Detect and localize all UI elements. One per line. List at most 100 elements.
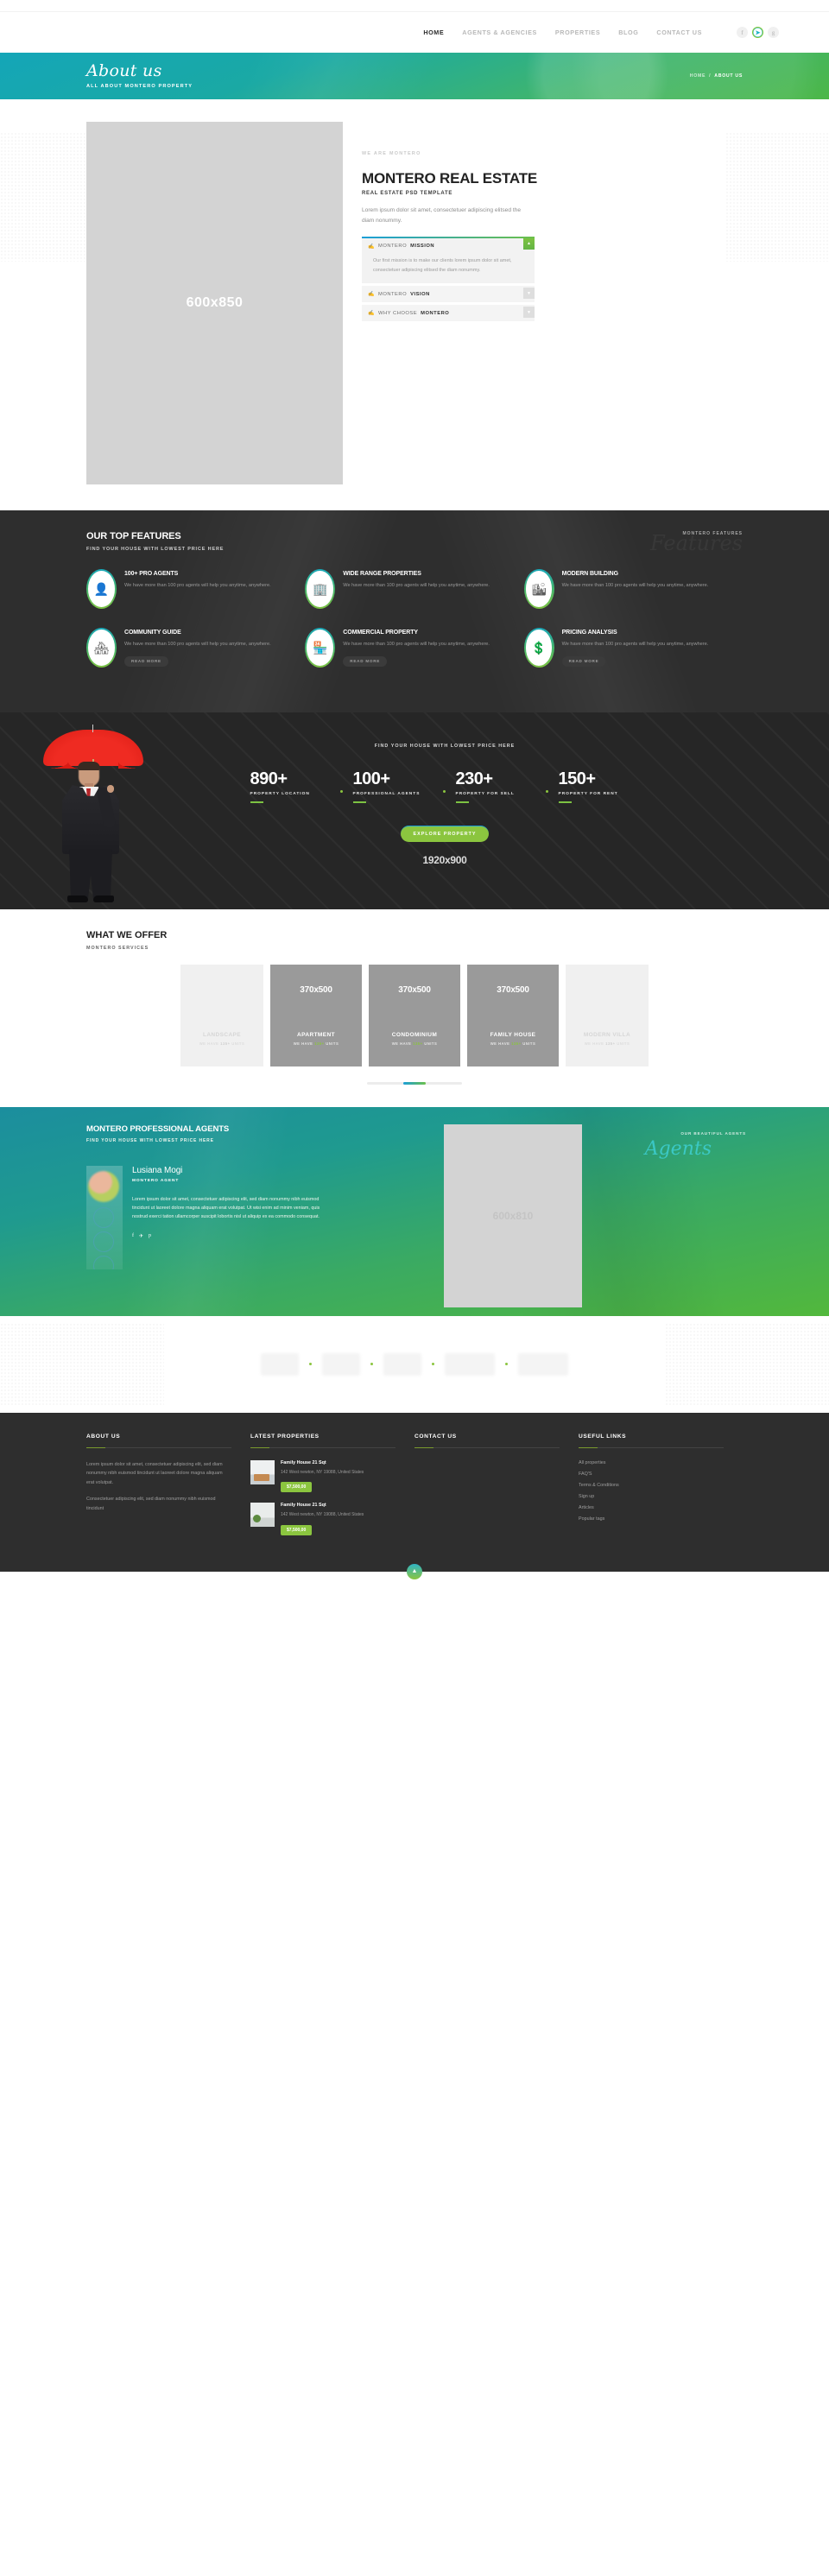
features-tag-block: MONTERO FEATURES Features	[650, 531, 743, 554]
read-more-button[interactable]: READ MORE	[124, 655, 168, 667]
offer-carousel-scrollbar[interactable]	[367, 1082, 462, 1085]
nav-link-properties[interactable]: PROPERTIES	[555, 28, 600, 36]
partner-logo[interactable]	[322, 1352, 360, 1376]
breadcrumb-separator: /	[709, 73, 712, 79]
footer-property-item[interactable]: Family House 21 Sqt 142 West newton, NY …	[250, 1459, 396, 1493]
property-price-badge[interactable]: $7,500,00	[281, 1524, 313, 1535]
offer-card-condominium[interactable]: 370x500 CONDOMINIUM WE HAVE 135+ UNITS	[369, 965, 460, 1066]
footer-rule	[579, 1446, 724, 1448]
read-more-button[interactable]: READ MORE	[343, 655, 388, 667]
accordion-header-why-choose[interactable]: ✍ WHY CHOOSE MONTERO	[362, 305, 535, 321]
footer-about-p1: Lorem ipsum dolor sit amet, consectetuer…	[86, 1461, 223, 1485]
feature-title: COMMERCIAL PROPERTY	[343, 630, 418, 636]
back-to-top-button[interactable]: ▲	[407, 1563, 422, 1579]
site-footer: ABOUT US Lorem ipsum dolor sit amet, con…	[0, 1412, 829, 1579]
community-icon: 🏘	[93, 641, 110, 655]
footer-rule	[86, 1446, 231, 1448]
partner-separator-dot	[505, 1363, 508, 1366]
accordion-label-pre: MONTERO	[377, 291, 408, 297]
feature-badge: 🏘	[86, 628, 117, 668]
partner-logo[interactable]	[261, 1352, 299, 1376]
read-more-button[interactable]: READ MORE	[561, 655, 606, 667]
figure-hand	[107, 785, 114, 793]
footer-property-item[interactable]: Family House 21 Sqt 142 West newton, NY …	[250, 1503, 396, 1535]
footer-link-terms-conditions[interactable]: Terms & Conditions	[579, 1483, 724, 1488]
stats-section: FIND YOUR HOUSE WITH LOWEST PRICE HERE 8…	[0, 712, 829, 909]
property-thumbnail	[250, 1503, 275, 1528]
stats-subtitle: FIND YOUR HOUSE WITH LOWEST PRICE HERE	[374, 744, 516, 749]
offer-card-name: APARTMENT	[297, 1032, 335, 1038]
offer-card-apartment[interactable]: 370x500 APARTMENT WE HAVE 135+ UNITS	[270, 965, 362, 1066]
feature-card: 💲 PRICING ANALYSIS We have more than 100…	[523, 628, 743, 668]
footer-link-popular-tags[interactable]: Popular tags	[579, 1516, 724, 1522]
footer-heading-about: ABOUT US	[86, 1433, 121, 1440]
offer-carousel-thumb[interactable]	[402, 1082, 427, 1085]
breadcrumb-home[interactable]: HOME	[690, 73, 706, 79]
accordion-toggle-mission[interactable]: ▲	[523, 237, 535, 250]
agent-social-links: f ✈ p	[132, 1233, 324, 1239]
footer-rule	[414, 1446, 560, 1448]
partner-logo[interactable]	[518, 1352, 568, 1376]
agents-section: MONTERO PROFESSIONAL AGENTS FIND YOUR HO…	[0, 1106, 829, 1316]
offer-cards: LANDSCAPE WE HAVE 135+ UNITS 370x500 APA…	[0, 965, 829, 1066]
figure-shoe-left	[67, 896, 88, 902]
accordion-toggle-vision[interactable]: ▼	[523, 288, 535, 299]
breadcrumb-current: ABOUT US	[714, 73, 743, 79]
accordion-toggle-why-choose[interactable]: ▼	[523, 307, 535, 318]
offer-card-name: LANDSCAPE	[202, 1032, 242, 1038]
stat-underline	[455, 801, 469, 803]
google-plus-icon[interactable]: g	[768, 27, 779, 38]
nav-links: HOME AGENTS & AGENCIES PROPERTIES BLOG C…	[423, 27, 779, 38]
offer-card-landscape[interactable]: LANDSCAPE WE HAVE 135+ UNITS	[180, 965, 263, 1066]
offer-card-units: WE HAVE 135+ UNITS	[490, 1041, 536, 1046]
accordion-label-strong: MISSION	[410, 244, 435, 250]
feature-text: We have more than 100 pro agents will he…	[124, 583, 271, 588]
feature-title: WIDE RANGE PROPERTIES	[343, 571, 421, 577]
twitter-icon[interactable]: ➤	[752, 27, 763, 38]
nav-link-agents-agencies[interactable]: AGENTS & AGENCIES	[462, 28, 537, 36]
accordion-item-why-choose[interactable]: ▼ ✍ WHY CHOOSE MONTERO	[362, 305, 535, 322]
accordion-header-vision[interactable]: ✍ MONTERO VISION	[362, 286, 535, 302]
decorative-ring-icon	[93, 1206, 114, 1228]
page-subtitle: ALL ABOUT MONTERO PROPERTY	[86, 84, 193, 89]
businessman-figure	[50, 762, 131, 908]
feature-text: We have more than 100 pro agents will he…	[561, 583, 709, 588]
feature-badge: 🏙	[523, 569, 554, 609]
offer-card-units: WE HAVE 135+ UNITS	[391, 1041, 438, 1046]
stat-underline	[352, 801, 366, 803]
accordion-item-vision[interactable]: ▼ ✍ MONTERO VISION	[362, 286, 535, 303]
nav-social-icons: f ➤ g	[737, 27, 779, 38]
stat-item-property-for-rent: 150+ PROPERTY FOR RENT	[558, 770, 649, 803]
offer-card-modern-villa[interactable]: MODERN VILLA WE HAVE 135+ UNITS	[566, 965, 649, 1066]
feature-title: 100+ PRO AGENTS	[124, 571, 179, 577]
price-tag-hand-icon: 💲	[531, 641, 547, 655]
agent-bio: Lorem ipsum dolor sit amet, consectetuer…	[132, 1196, 320, 1220]
footer-link-all-properties[interactable]: All properties	[579, 1460, 724, 1465]
footer-heading-latest: LATEST PROPERTIES	[250, 1433, 320, 1440]
agents-script-watermark: Agents	[644, 1137, 712, 1160]
footer-link-faqs[interactable]: FAQ'S	[579, 1472, 724, 1477]
property-price-badge[interactable]: $7,500,00	[281, 1482, 313, 1493]
stat-label: PROPERTY FOR RENT	[558, 792, 618, 796]
nav-link-contact-us[interactable]: CONTACT US	[656, 28, 702, 36]
footer-link-articles[interactable]: Articles	[579, 1505, 724, 1510]
partner-logo[interactable]	[383, 1352, 421, 1376]
intro-eyebrow: WE ARE MONTERO	[362, 151, 421, 156]
partner-logo[interactable]	[445, 1352, 495, 1376]
twitter-icon[interactable]: ✈	[139, 1233, 143, 1239]
intro-section: 600x850 WE ARE MONTERO MONTERO REAL ESTA…	[0, 99, 829, 510]
feature-title: PRICING ANALYSIS	[561, 630, 617, 636]
decorative-ring-icon	[93, 1231, 114, 1252]
nav-link-blog[interactable]: BLOG	[618, 28, 638, 36]
pinterest-icon[interactable]: p	[149, 1233, 151, 1239]
offer-card-family-house[interactable]: 370x500 FAMILY HOUSE WE HAVE 135+ UNITS	[467, 965, 559, 1066]
offer-card-units: WE HAVE 135+ UNITS	[293, 1041, 339, 1046]
accordion-item-mission[interactable]: ▲ ✍ MONTERO MISSION Our first mission is…	[362, 237, 535, 284]
explore-property-button[interactable]: EXPLORE PROPERTY	[400, 825, 490, 842]
facebook-icon[interactable]: f	[737, 27, 748, 38]
agents-tag: OUR BEAUTIFUL AGENTS	[680, 1130, 746, 1136]
facebook-icon[interactable]: f	[132, 1233, 134, 1239]
footer-link-sign-up[interactable]: Sign up	[579, 1494, 724, 1499]
accordion-header-mission[interactable]: ✍ MONTERO MISSION	[362, 238, 535, 255]
nav-link-home[interactable]: HOME	[423, 28, 444, 36]
